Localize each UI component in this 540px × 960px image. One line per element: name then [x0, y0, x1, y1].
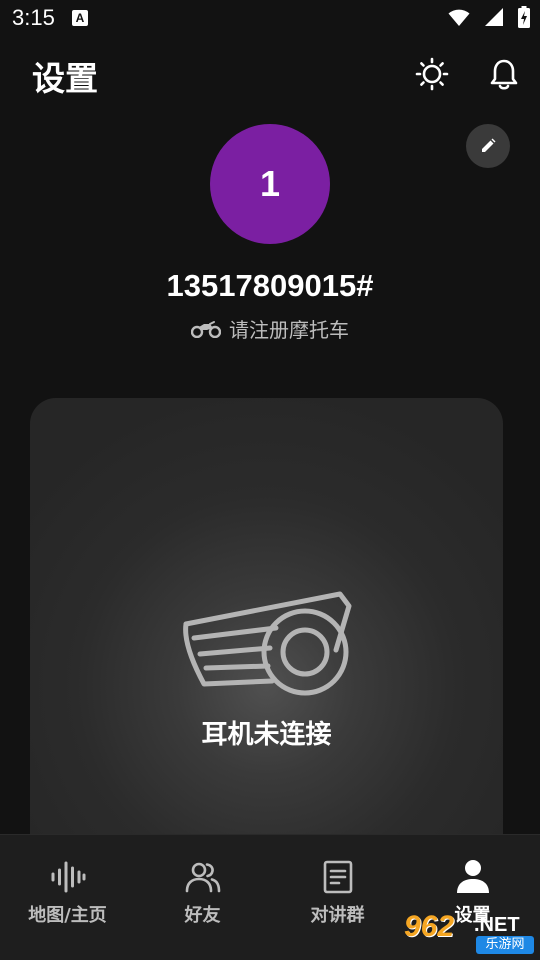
- watermark-logo: 962 .NET 乐游网: [400, 910, 540, 960]
- page-title: 设置: [32, 59, 98, 98]
- register-motorcycle-link[interactable]: 请注册摩托车: [0, 314, 540, 343]
- motorcycle-prompt: 请注册摩托车: [229, 318, 349, 342]
- pencil-icon: [482, 138, 496, 152]
- nav-label-friends: 好友: [184, 905, 221, 926]
- brightness-icon: [415, 57, 449, 91]
- brightness-button[interactable]: [412, 54, 452, 94]
- watermark-suffix: .NET: [474, 914, 520, 936]
- avatar[interactable]: 1: [210, 124, 330, 244]
- document-icon: [323, 860, 352, 894]
- nav-item-friends[interactable]: 好友: [135, 857, 270, 927]
- text-a-icon: A: [72, 10, 88, 26]
- watermark-number: 962: [404, 910, 455, 943]
- wifi-icon: [448, 9, 470, 26]
- nav-item-talk-groups[interactable]: 对讲群: [270, 857, 405, 927]
- watermark-sub: 乐游网: [476, 936, 534, 954]
- friends-icon: [185, 862, 220, 893]
- status-indicators: [448, 6, 530, 28]
- bell-icon: [490, 59, 518, 90]
- username: 13517809015#: [166, 268, 374, 303]
- headset-status: 耳机未连接: [201, 720, 332, 750]
- nav-label-talk-groups: 对讲群: [310, 905, 365, 926]
- nav-item-map[interactable]: 地图/主页: [0, 857, 135, 927]
- notifications-button[interactable]: [484, 54, 524, 94]
- headset-card[interactable]: 耳机未连接: [30, 398, 503, 878]
- signal-icon: [485, 8, 503, 26]
- battery-icon: [518, 6, 530, 28]
- edit-profile-button[interactable]: [466, 124, 510, 168]
- motorcycle-icon: [191, 320, 221, 338]
- audio-wave-icon: [51, 861, 85, 893]
- status-bar: 3:15 A: [0, 0, 540, 36]
- person-icon: [456, 860, 489, 893]
- nav-label-map: 地图/主页: [28, 905, 107, 926]
- intercom-headset-icon: [183, 591, 352, 696]
- settings-screen: 3:15 A 设置 1 13517809015# 请注册摩托车 耳机未连接 地图…: [0, 0, 540, 960]
- status-time: 3:15: [12, 5, 55, 30]
